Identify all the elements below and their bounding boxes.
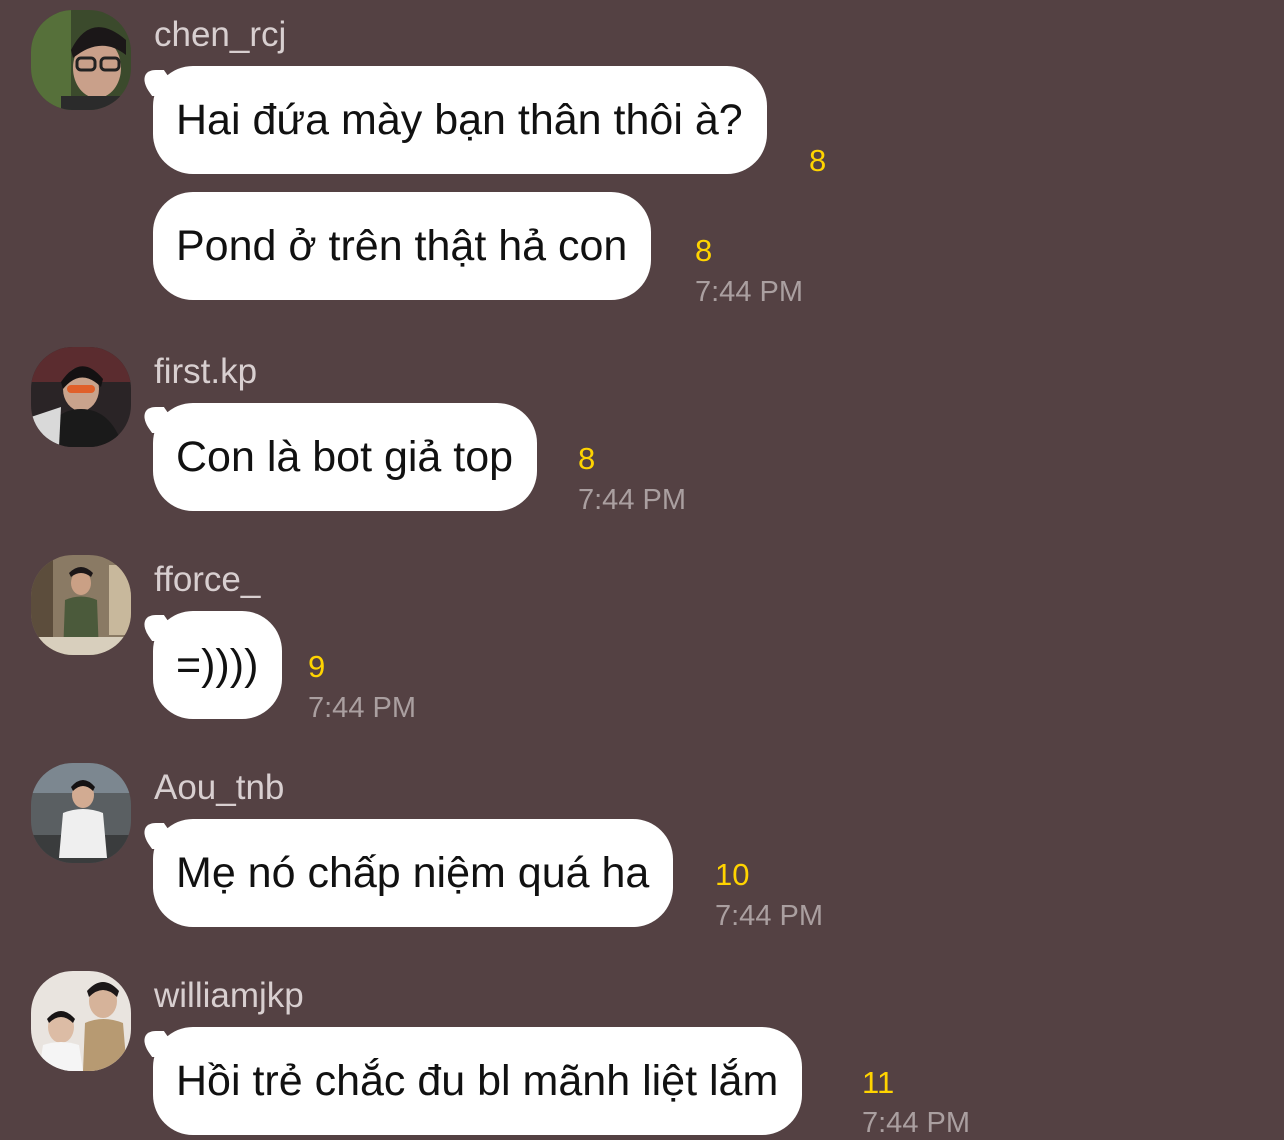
timestamp: 7:44 PM bbox=[578, 484, 686, 516]
profile-photo-icon bbox=[31, 971, 131, 1071]
message-bubble[interactable]: Mẹ nó chấp niệm quá ha bbox=[153, 819, 674, 927]
username: fforce_ bbox=[154, 560, 261, 599]
message-text: Con là bot giả top bbox=[176, 433, 514, 481]
message-bubble[interactable]: Hai đứa mày bạn thân thôi à? bbox=[153, 66, 767, 174]
avatar[interactable] bbox=[31, 347, 131, 447]
avatar[interactable] bbox=[31, 763, 131, 863]
message-bubble[interactable]: Con là bot giả top bbox=[153, 403, 538, 511]
message-text: Hai đứa mày bạn thân thôi à? bbox=[176, 96, 743, 144]
message-text: Mẹ nó chấp niệm quá ha bbox=[176, 849, 650, 897]
message-bubble[interactable]: Hồi trẻ chắc đu bl mãnh liệt lắm bbox=[153, 1027, 803, 1135]
message-bubble[interactable]: Pond ở trên thật hả con bbox=[153, 192, 652, 300]
read-count: 11 bbox=[862, 1065, 895, 1100]
timestamp: 7:44 PM bbox=[715, 900, 823, 932]
message-text: =)))) bbox=[176, 641, 259, 689]
avatar[interactable] bbox=[31, 971, 131, 1071]
username: chen_rcj bbox=[154, 15, 287, 54]
read-count: 8 bbox=[578, 441, 596, 476]
username: first.kp bbox=[154, 352, 258, 391]
username: Aou_tnb bbox=[154, 768, 285, 807]
avatar[interactable] bbox=[31, 555, 131, 655]
read-count: 9 bbox=[308, 649, 326, 684]
profile-photo-icon bbox=[31, 347, 131, 447]
profile-photo-icon bbox=[31, 763, 131, 863]
username: williamjkp bbox=[154, 976, 304, 1015]
timestamp: 7:44 PM bbox=[862, 1107, 970, 1139]
avatar[interactable] bbox=[31, 10, 131, 110]
read-count: 10 bbox=[715, 857, 750, 892]
profile-photo-icon bbox=[31, 555, 131, 655]
read-count: 8 bbox=[695, 233, 713, 268]
message-text: Pond ở trên thật hả con bbox=[176, 222, 628, 270]
message-text: Hồi trẻ chắc đu bl mãnh liệt lắm bbox=[176, 1057, 779, 1105]
timestamp: 7:44 PM bbox=[308, 692, 416, 724]
timestamp: 7:44 PM bbox=[695, 276, 803, 308]
message-bubble[interactable]: =)))) bbox=[153, 611, 283, 719]
profile-photo-icon bbox=[31, 10, 131, 110]
read-count: 8 bbox=[809, 143, 827, 178]
